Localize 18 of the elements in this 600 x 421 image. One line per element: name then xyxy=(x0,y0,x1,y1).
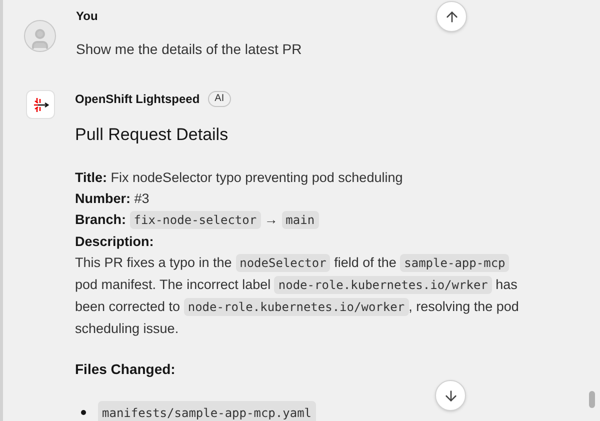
message-text: Show me the details of the latest PR xyxy=(76,40,302,59)
detail-text: This PR fixes a typo in the nodeSelector field of the sample-app-mcp pod manifest. The incorrect label node-role.kubernetes.io/wrker has been corrected to node-role.kubernetes.io/worker , resolving the pod scheduling issue. xyxy=(75,252,520,338)
detail-text: Description: xyxy=(75,232,155,251)
files-heading: Files Changed: xyxy=(75,360,176,379)
detail-text: Branch: fix-node-selector → main xyxy=(75,208,530,230)
arrow-down-icon xyxy=(442,388,458,404)
detail-text: Number: #3 xyxy=(75,190,150,208)
response-heading: Pull Request Details xyxy=(75,124,230,146)
scrollbar-thumb[interactable] xyxy=(589,391,595,408)
file-path: manifests/sample-app-mcp.yaml xyxy=(98,400,316,421)
ai-badge: AI xyxy=(208,91,232,107)
author-name: You xyxy=(76,8,99,25)
lightspeed-logo-icon xyxy=(26,90,55,119)
detail-text: Title: Fix nodeSelector typo preventing pod scheduling xyxy=(75,168,404,187)
bullet-icon xyxy=(81,410,86,415)
author-name: OpenShift Lightspeed xyxy=(75,91,200,108)
scroll-up-button[interactable] xyxy=(436,1,467,32)
scroll-down-button[interactable] xyxy=(435,380,466,411)
